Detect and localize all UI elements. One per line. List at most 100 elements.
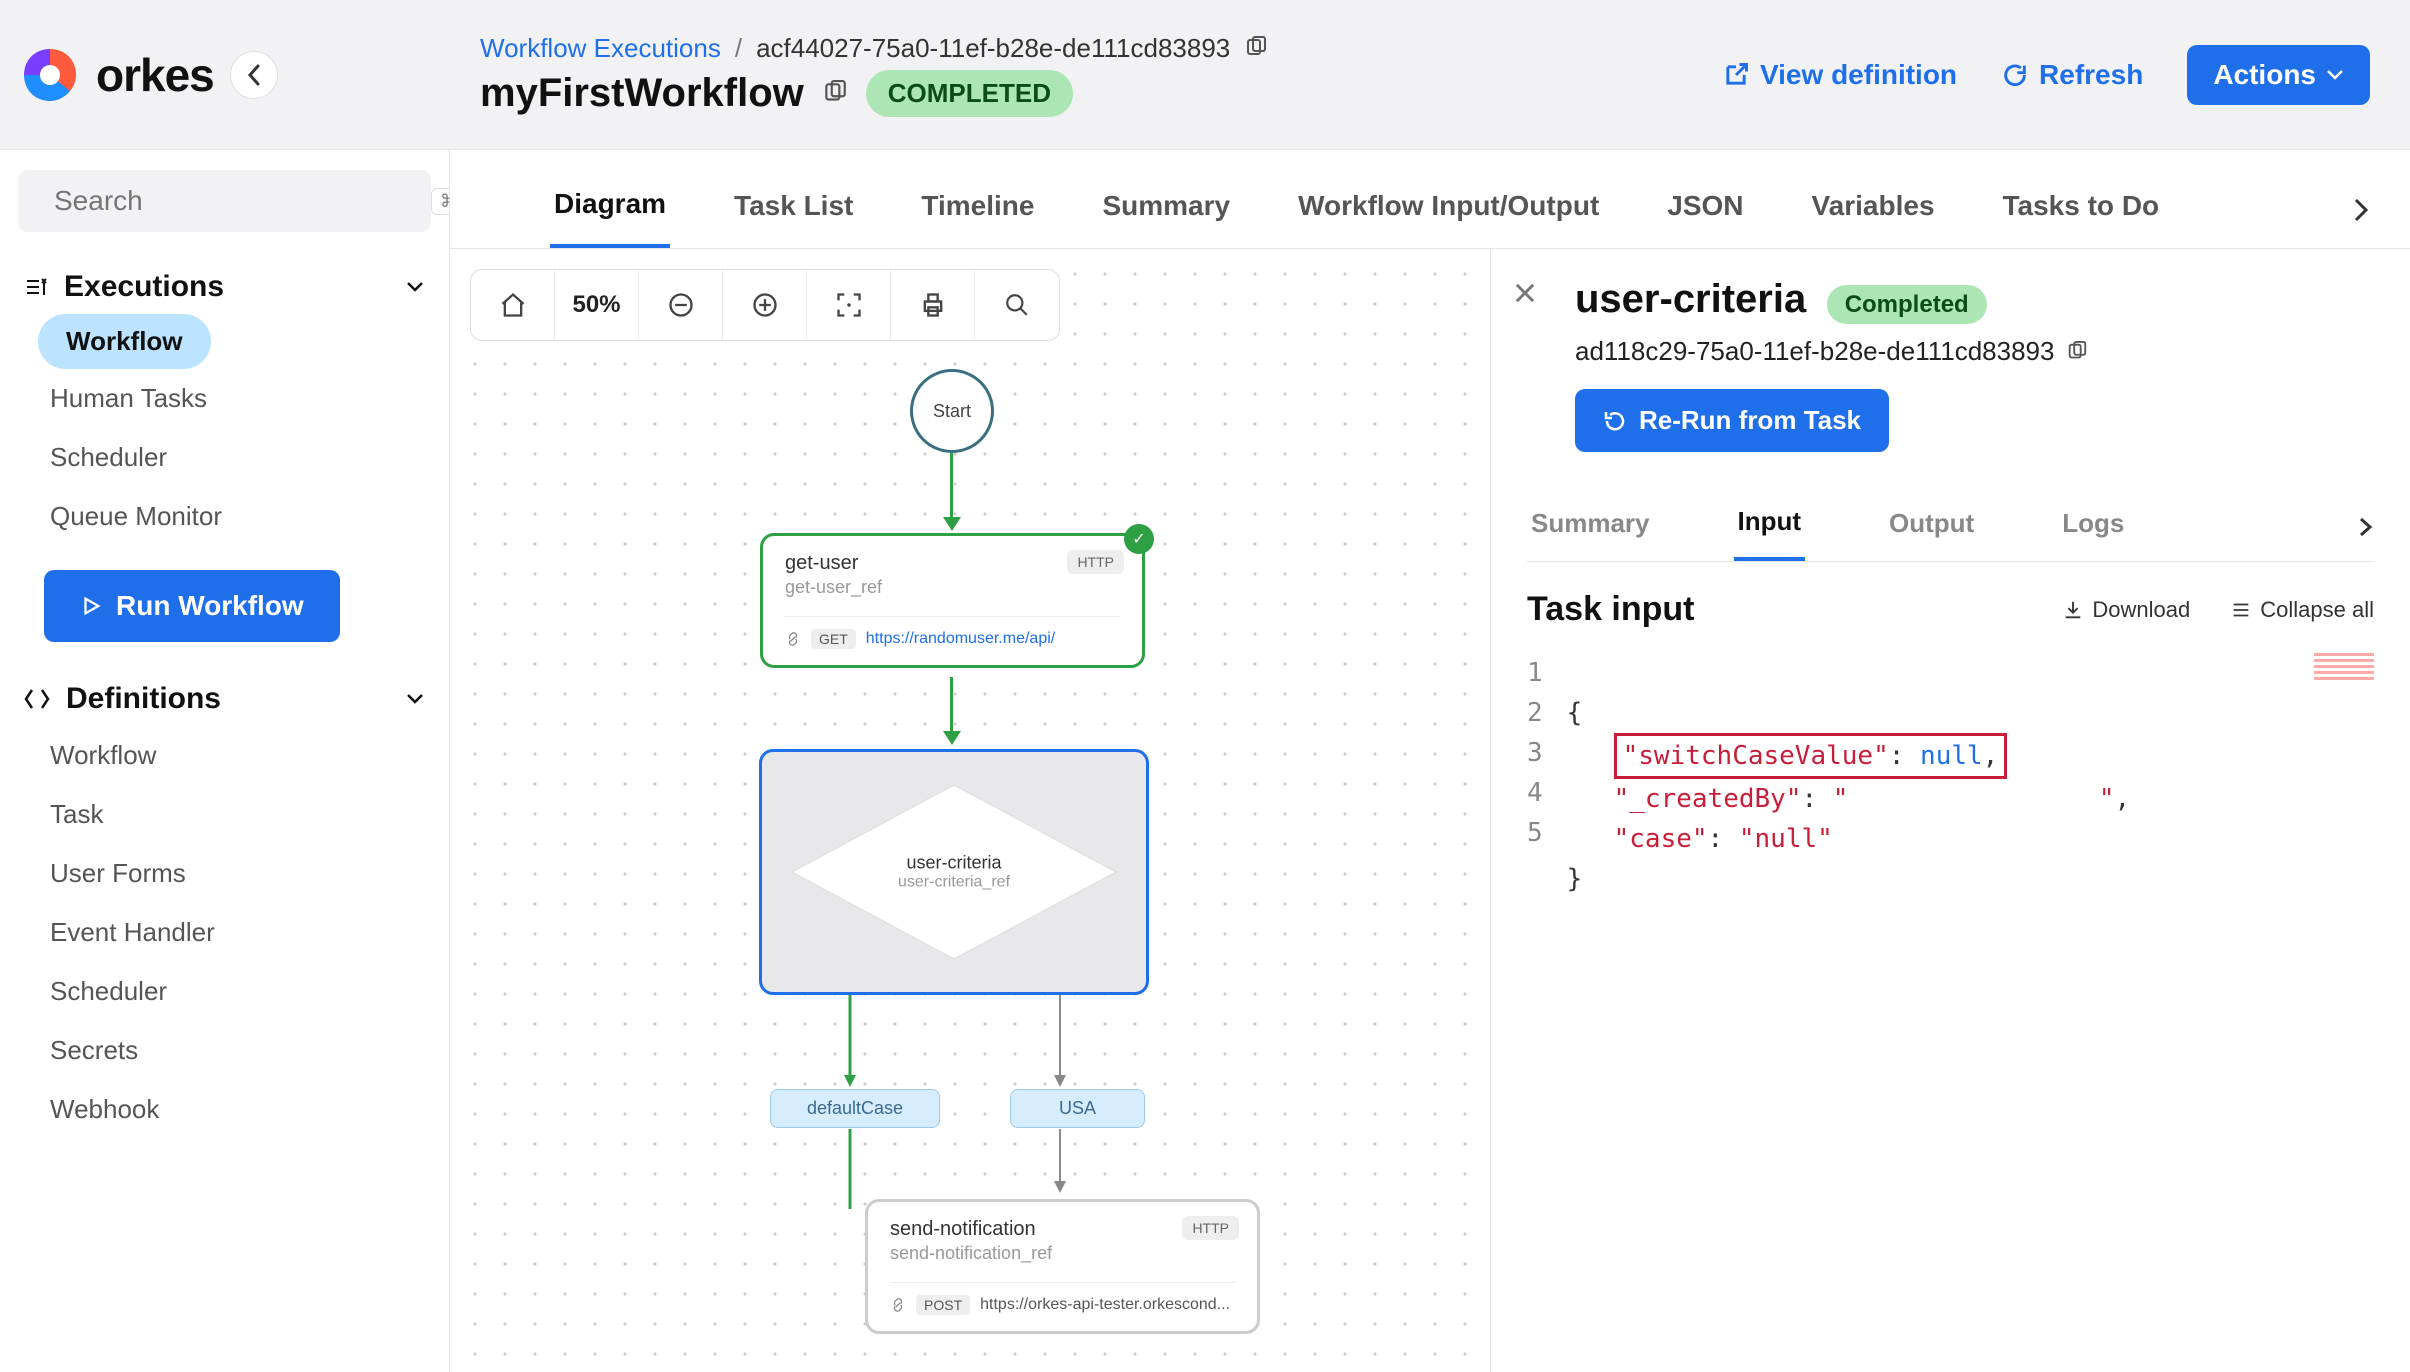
external-link-icon xyxy=(1722,61,1750,89)
check-circle-icon: ✓ xyxy=(1124,524,1154,554)
rp-tabs-scroll-right[interactable] xyxy=(2358,515,2374,539)
tab-diagram[interactable]: Diagram xyxy=(550,172,670,248)
run-workflow-button[interactable]: Run Workflow xyxy=(44,570,340,642)
node-get-user[interactable]: ✓ get-user get-user_ref HTTP GET https:/… xyxy=(760,533,1145,668)
http-url: https://randomuser.me/api/ xyxy=(866,630,1055,648)
sidebar-item-secrets[interactable]: Secrets xyxy=(18,1021,431,1080)
task-detail-title: user-criteria xyxy=(1575,277,1806,322)
sidebar-item-scheduler-def[interactable]: Scheduler xyxy=(18,962,431,1021)
chevron-down-icon xyxy=(2326,69,2344,81)
copy-name-icon[interactable] xyxy=(822,80,848,106)
copy-task-id-icon[interactable] xyxy=(2066,341,2088,363)
breadcrumb-link[interactable]: Workflow Executions xyxy=(480,33,721,64)
arrow-icon xyxy=(943,731,961,745)
zoom-out-button[interactable] xyxy=(639,270,723,340)
plus-circle-icon xyxy=(751,291,779,319)
rp-tab-summary[interactable]: Summary xyxy=(1527,494,1654,559)
http-method: POST xyxy=(916,1295,970,1315)
tab-wf-io[interactable]: Workflow Input/Output xyxy=(1294,174,1603,246)
sidebar-item-user-forms[interactable]: User Forms xyxy=(18,844,431,903)
sidebar-item-scheduler-exec[interactable]: Scheduler xyxy=(18,428,431,487)
play-icon xyxy=(80,595,102,617)
diagram-toolbar: 50% xyxy=(470,269,1060,341)
node-user-criteria[interactable]: user-criteria user-criteria_ref xyxy=(759,749,1149,995)
task-execution-id: ad118c29-75a0-11ef-b28e-de111cd83893 xyxy=(1575,336,2054,367)
workflow-name: myFirstWorkflow xyxy=(480,71,804,116)
sidebar-item-webhook[interactable]: Webhook xyxy=(18,1080,431,1139)
tab-variables[interactable]: Variables xyxy=(1808,174,1939,246)
print-button[interactable] xyxy=(891,270,975,340)
code-minimap[interactable] xyxy=(2314,653,2374,681)
body-split: 50% Start ✓ get-user get xyxy=(450,249,2410,1372)
sidebar-item-workflow-exec[interactable]: Workflow xyxy=(38,314,211,369)
refresh-button[interactable]: Refresh xyxy=(2001,59,2143,91)
case-default[interactable]: defaultCase xyxy=(770,1089,940,1128)
task-type-pill: HTTP xyxy=(1067,550,1124,574)
sidebar-item-task-def[interactable]: Task xyxy=(18,785,431,844)
nav-group-executions[interactable]: Executions xyxy=(18,260,431,314)
view-definition-button[interactable]: View definition xyxy=(1722,59,1957,91)
actions-dropdown-button[interactable]: Actions xyxy=(2187,45,2370,105)
breadcrumb-area: Workflow Executions / acf44027-75a0-11ef… xyxy=(440,33,1722,117)
code-editor[interactable]: 1 2 3 4 5 { "switchCaseValue": null, "_c… xyxy=(1527,653,2374,899)
rp-tab-output[interactable]: Output xyxy=(1885,494,1978,559)
line-numbers: 1 2 3 4 5 xyxy=(1527,653,1567,899)
sidebar: ⌘ K Executions Workflow Human Tasks Sche… xyxy=(0,150,450,1372)
chevron-right-icon xyxy=(2358,515,2374,539)
executions-icon xyxy=(24,275,48,299)
tab-tasks-todo[interactable]: Tasks to Do xyxy=(1999,174,2164,246)
copy-id-icon[interactable] xyxy=(1244,36,1268,60)
zoom-level[interactable]: 50% xyxy=(555,270,639,340)
task-detail-tabs: Summary Input Output Logs xyxy=(1527,492,2374,562)
breadcrumb: Workflow Executions / acf44027-75a0-11ef… xyxy=(480,33,1722,64)
close-panel-button[interactable] xyxy=(1511,279,1539,307)
switch-title: user-criteria xyxy=(898,853,1010,874)
logo-area: orkes xyxy=(20,45,440,105)
case-usa[interactable]: USA xyxy=(1010,1089,1145,1128)
printer-icon xyxy=(919,291,947,319)
definitions-icon xyxy=(24,688,50,710)
tab-json[interactable]: JSON xyxy=(1663,174,1747,246)
kbd-cmd: ⌘ xyxy=(431,188,450,215)
fit-button[interactable] xyxy=(807,270,891,340)
close-icon xyxy=(1511,279,1539,307)
rerun-from-task-button[interactable]: Re-Run from Task xyxy=(1575,389,1889,452)
rp-tab-input[interactable]: Input xyxy=(1734,492,1806,561)
chevron-down-icon xyxy=(405,280,425,294)
download-button[interactable]: Download xyxy=(2062,597,2190,623)
tab-timeline[interactable]: Timeline xyxy=(917,174,1038,246)
sidebar-item-queue-monitor[interactable]: Queue Monitor xyxy=(18,487,431,546)
diagram-canvas[interactable]: 50% Start ✓ get-user get xyxy=(450,249,1490,1372)
sidebar-item-event-handler[interactable]: Event Handler xyxy=(18,903,431,962)
search-diagram-button[interactable] xyxy=(975,270,1059,340)
task-input-heading: Task input xyxy=(1527,590,1695,629)
crosshair-icon xyxy=(835,291,863,319)
sidebar-collapse-button[interactable] xyxy=(230,51,278,99)
collapse-all-button[interactable]: Collapse all xyxy=(2230,597,2374,623)
task-ref: get-user_ref xyxy=(785,577,1120,598)
minus-circle-icon xyxy=(667,291,695,319)
refresh-icon xyxy=(2001,61,2029,89)
link-icon xyxy=(785,631,801,647)
header-actions: View definition Refresh Actions xyxy=(1722,45,2370,105)
sidebar-item-human-tasks[interactable]: Human Tasks xyxy=(18,369,431,428)
code-content: { "switchCaseValue": null, "_createdBy":… xyxy=(1567,653,2131,899)
tab-task-list[interactable]: Task List xyxy=(730,174,857,246)
node-send-notification[interactable]: send-notification send-notification_ref … xyxy=(865,1199,1260,1334)
nav-group-definitions[interactable]: Definitions xyxy=(18,672,431,726)
sidebar-item-workflow-def[interactable]: Workflow xyxy=(18,726,431,785)
rp-tab-logs[interactable]: Logs xyxy=(2058,494,2128,559)
switch-ref: user-criteria_ref xyxy=(898,874,1010,892)
tab-summary[interactable]: Summary xyxy=(1098,174,1234,246)
search-input[interactable] xyxy=(54,185,415,217)
zoom-in-button[interactable] xyxy=(723,270,807,340)
chevron-left-icon xyxy=(246,64,262,86)
content-area: Diagram Task List Timeline Summary Workf… xyxy=(450,150,2410,1372)
search-box[interactable]: ⌘ K xyxy=(18,170,431,232)
search-icon xyxy=(1004,292,1030,318)
node-start[interactable]: Start xyxy=(910,369,994,453)
chevron-right-icon xyxy=(2352,196,2370,224)
edge xyxy=(950,453,953,519)
home-button[interactable] xyxy=(471,270,555,340)
tabs-scroll-right[interactable] xyxy=(2352,196,2370,224)
